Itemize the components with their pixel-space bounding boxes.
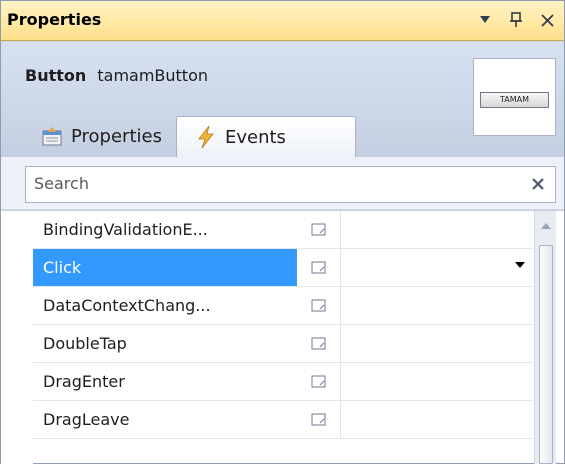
lightning-icon (193, 124, 219, 150)
dropdown-arrow-icon[interactable] (515, 262, 525, 268)
tab-events-label: Events (224, 126, 286, 148)
event-name: DragEnter (43, 372, 125, 391)
grid-gutter (1, 211, 33, 464)
title-bar: Properties (1, 1, 564, 41)
event-name: DragLeave (43, 410, 130, 429)
event-handler-value[interactable] (341, 363, 533, 400)
dropdown-icon[interactable] (474, 9, 496, 31)
object-preview: TAMAM (473, 58, 556, 136)
tab-properties[interactable]: Properties (25, 116, 176, 157)
event-handler-icon[interactable] (297, 249, 341, 286)
object-type: Button (25, 66, 87, 85)
title-bar-buttons (474, 9, 558, 31)
scrollbar-thumb[interactable] (539, 245, 553, 464)
scroll-up-icon[interactable] (541, 223, 551, 229)
event-handler-icon[interactable] (297, 325, 341, 362)
events-list: BindingValidationE... Click DataContextC… (33, 211, 533, 439)
event-name: Click (33, 249, 297, 286)
properties-icon (39, 124, 65, 150)
clear-search-icon[interactable] (527, 173, 549, 195)
vertical-scrollbar[interactable] (534, 211, 556, 464)
events-grid: BindingValidationE... Click DataContextC… (1, 210, 564, 464)
search-box (25, 166, 556, 203)
event-handler-icon[interactable] (297, 363, 341, 400)
event-handler-value[interactable] (341, 249, 533, 286)
event-row[interactable]: Click (33, 249, 533, 287)
close-icon[interactable] (536, 9, 558, 31)
properties-panel: Properties Button tamamButton TAMAM Prop… (0, 0, 565, 464)
object-name: tamamButton (97, 66, 209, 85)
event-handler-icon[interactable] (297, 211, 341, 248)
event-handler-value[interactable] (341, 287, 533, 324)
event-handler-icon[interactable] (297, 401, 341, 438)
event-row[interactable]: DragEnter (33, 363, 533, 401)
tab-properties-label: Properties (71, 126, 162, 147)
object-header: Button tamamButton TAMAM Properties Even… (1, 42, 564, 157)
event-name: DoubleTap (43, 334, 127, 353)
event-handler-value[interactable] (341, 211, 533, 248)
tab-events[interactable]: Events (175, 116, 356, 157)
tab-strip: Properties Events (25, 104, 356, 157)
preview-button: TAMAM (480, 92, 549, 108)
event-handler-value[interactable] (341, 325, 533, 362)
event-row[interactable]: DoubleTap (33, 325, 533, 363)
event-row[interactable]: DragLeave (33, 401, 533, 439)
search-area (1, 157, 564, 209)
event-name: DataContextChang... (43, 296, 211, 315)
event-row[interactable]: BindingValidationE... (33, 211, 533, 249)
search-input[interactable] (34, 174, 514, 193)
event-row[interactable]: DataContextChang... (33, 287, 533, 325)
pin-icon[interactable] (505, 9, 527, 31)
panel-title: Properties (7, 10, 102, 29)
selected-object: Button tamamButton (25, 66, 208, 85)
event-name: BindingValidationE... (43, 220, 208, 239)
event-handler-value[interactable] (341, 401, 533, 438)
event-handler-icon[interactable] (297, 287, 341, 324)
